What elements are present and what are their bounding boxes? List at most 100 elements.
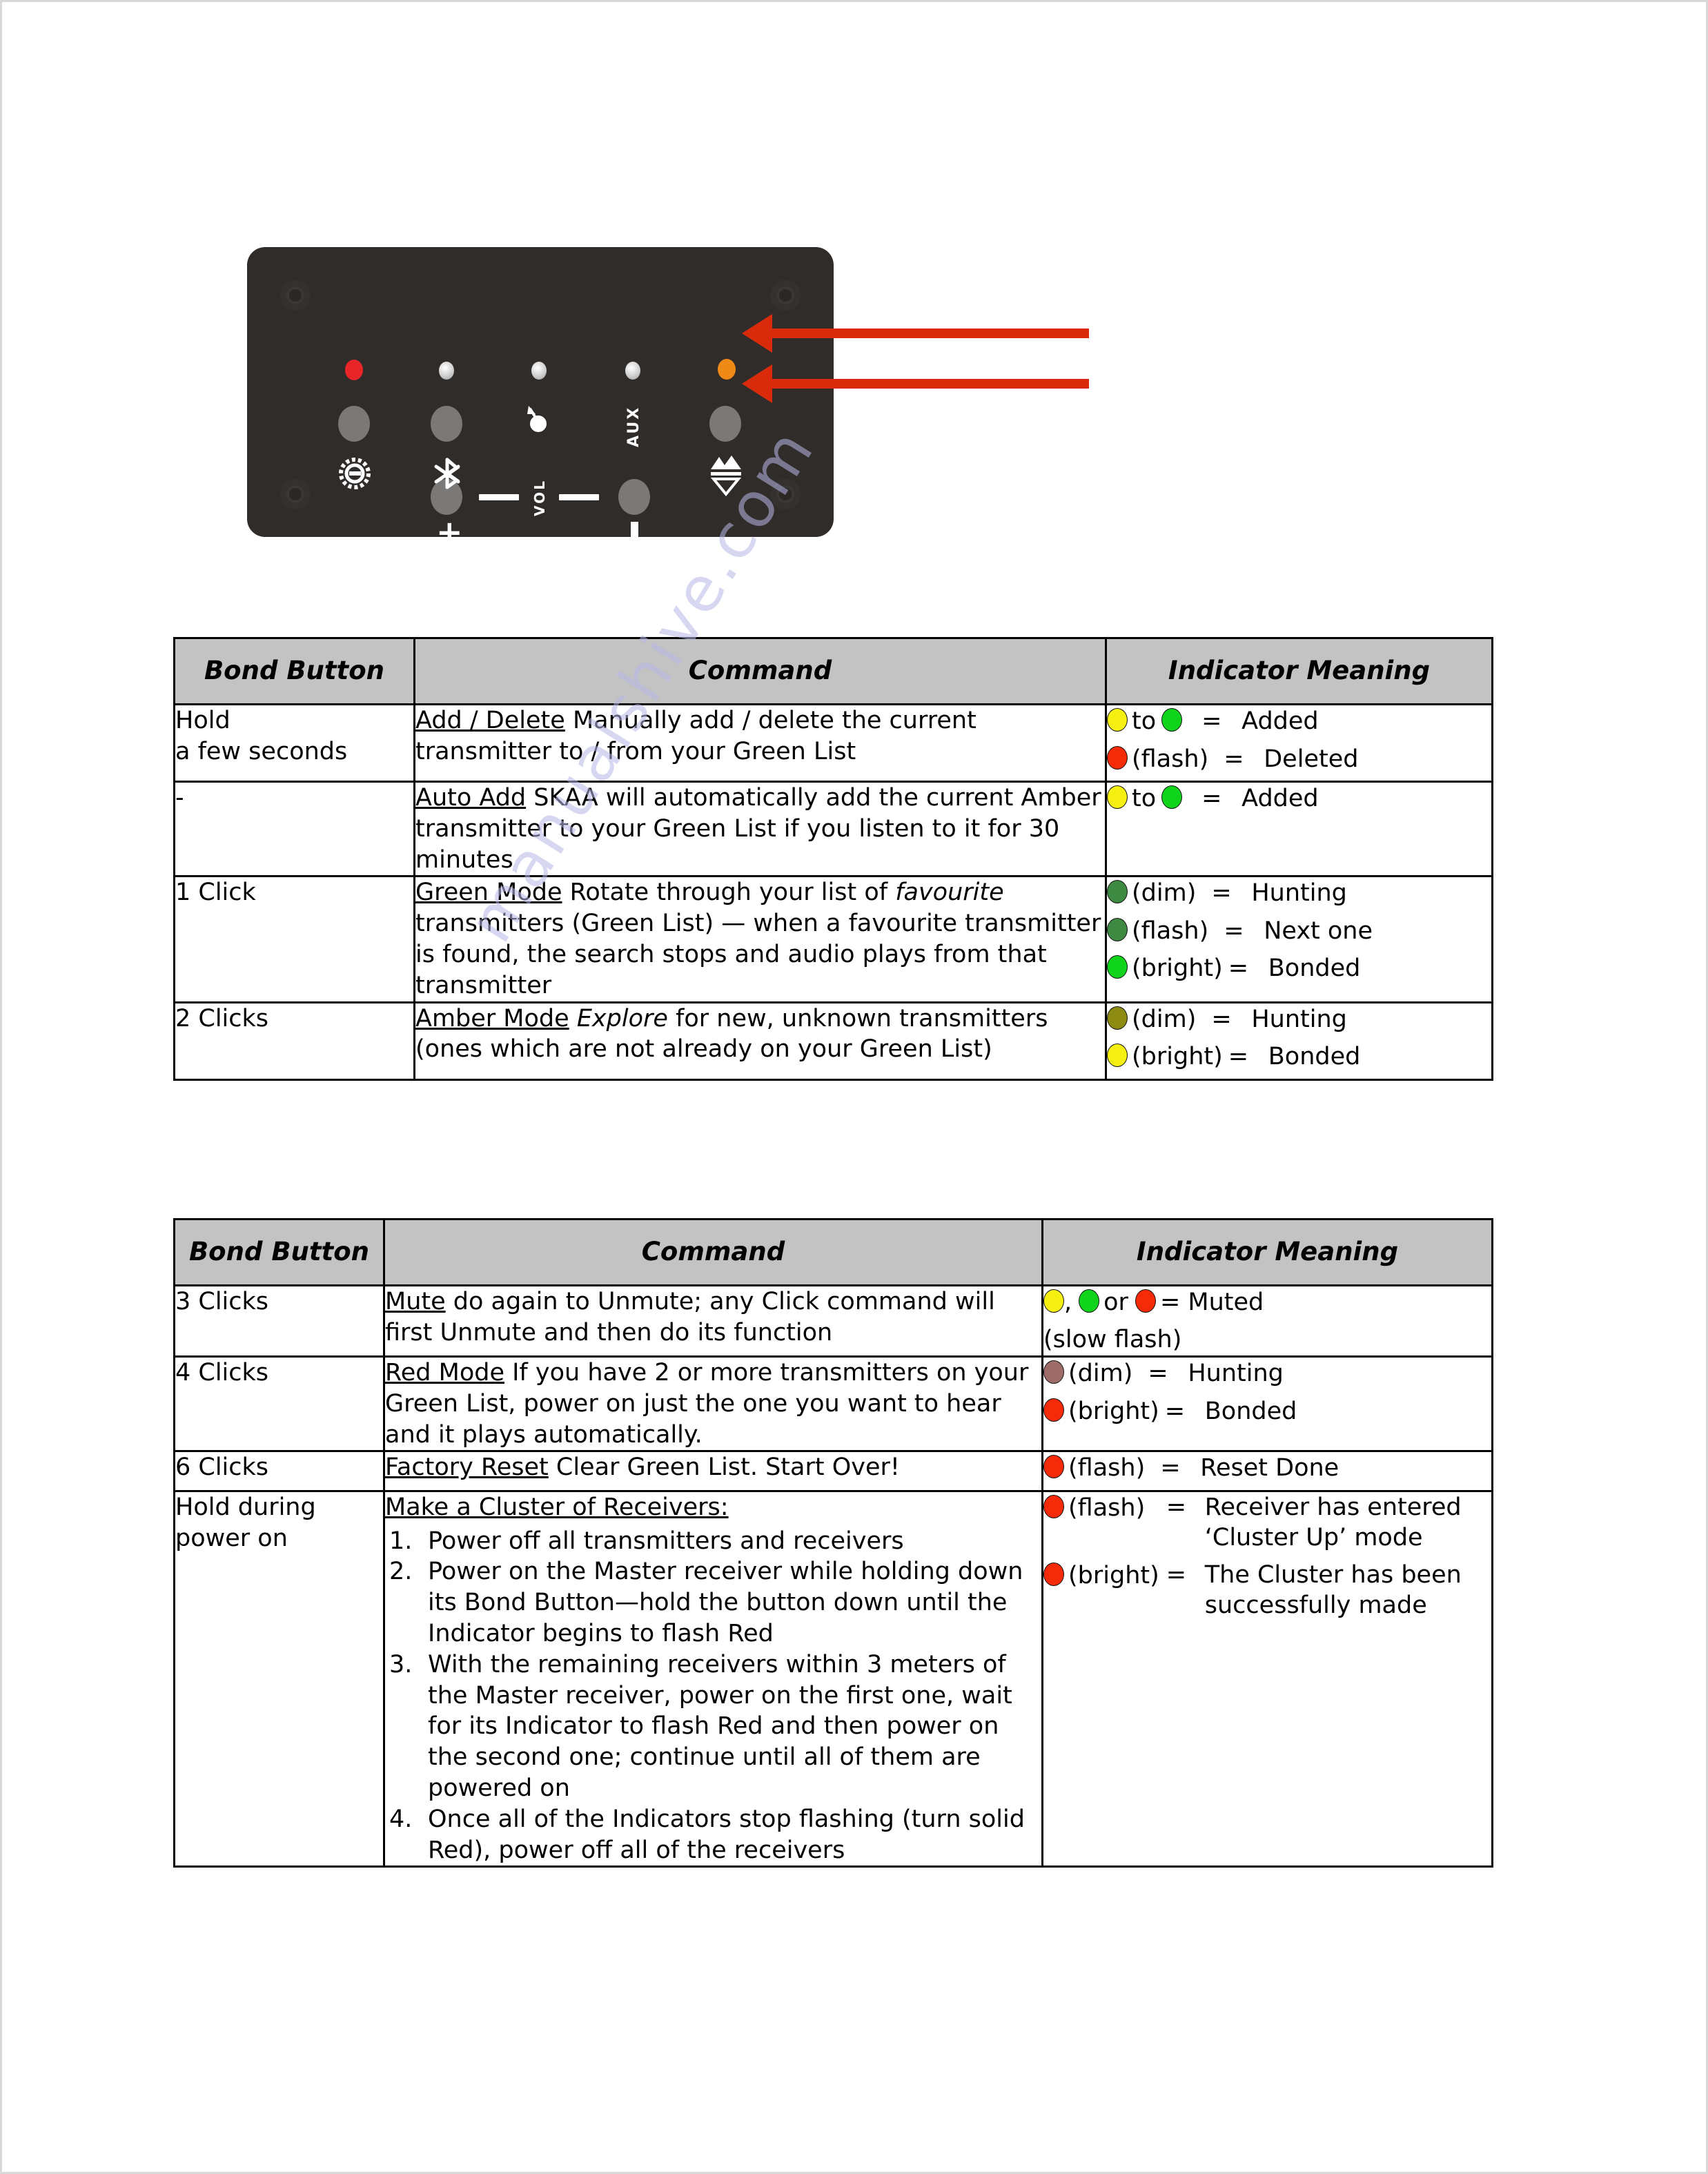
- indicator-equals: =: [1164, 1397, 1186, 1425]
- table1-header-command: Command: [413, 637, 1107, 705]
- table2-header-command: Command: [383, 1218, 1043, 1286]
- red-dot-icon: [1043, 1455, 1064, 1479]
- indicator-line: , or = Muted: [1043, 1286, 1491, 1319]
- indicator-state: (bright): [1068, 1562, 1159, 1590]
- indicator-meaning: Hunting: [1251, 879, 1347, 908]
- table2-header-row: Bond Button Command Indicator Meaning: [173, 1218, 1493, 1286]
- indicator-equals: =: [1166, 1561, 1187, 1589]
- power-icon: [339, 458, 371, 489]
- mute-meaning: = Muted: [1159, 1289, 1264, 1316]
- row-command: Add / Delete Manually add / delete the c…: [413, 703, 1107, 783]
- led-bluetooth-white: [439, 362, 454, 380]
- table-row: - Auto Add SKAA will automatically add t…: [173, 780, 1493, 878]
- yellow-dot-icon: [1107, 708, 1128, 732]
- table-row: 1 Click Green Mode Rotate through your l…: [173, 875, 1493, 1003]
- indicator-state: (flash): [1132, 917, 1209, 945]
- command-title: Red Mode: [385, 1359, 504, 1387]
- led-aux-white: [625, 362, 640, 380]
- command-title: Amber Mode: [415, 1004, 569, 1032]
- red-dot-icon: [1135, 1289, 1156, 1313]
- balloon-icon: [527, 406, 547, 432]
- row-bond-button: -: [173, 780, 415, 878]
- bond-arrow-shaft: [772, 379, 1089, 389]
- indicator-line: (dim) = Hunting: [1107, 1003, 1491, 1036]
- row-indicator: (dim) = Hunting (flash) = Next one (brig…: [1105, 875, 1493, 1003]
- indicator-state: (dim): [1132, 1005, 1197, 1033]
- row-bond-button: 1 Click: [173, 875, 415, 1003]
- volume-plus-label: +: [436, 513, 463, 551]
- command-text: Rotate through your list of: [562, 879, 896, 907]
- table-row: Hold a few seconds Add / Delete Manually…: [173, 703, 1493, 783]
- command-title: Make a Cluster of Receivers:: [385, 1493, 729, 1521]
- indicator-line: (flash) = Deleted: [1107, 743, 1491, 776]
- bond-speaker-icon: [710, 456, 742, 497]
- list-item: Power off all transmitters and receivers: [389, 1526, 904, 1557]
- row-indicator: (flash) = Reset Done: [1041, 1450, 1493, 1492]
- list-item: With the remaining receivers within 3 me…: [389, 1649, 1012, 1803]
- indicator-meaning: Bonded: [1204, 1397, 1297, 1425]
- indicator-meaning: The Cluster has been successfully made: [1204, 1561, 1462, 1620]
- row-indicator: , or = Muted (slow flash): [1041, 1284, 1493, 1358]
- indicator-arrow-shaft: [772, 329, 1089, 338]
- indicator-line: (dim) = Hunting: [1043, 1358, 1491, 1390]
- indicator-state: (flash): [1068, 1494, 1146, 1522]
- power-button[interactable]: [338, 406, 370, 442]
- indicator-line: (flash) = Reset Done: [1043, 1452, 1491, 1485]
- volume-down-button[interactable]: [618, 479, 650, 515]
- row-bond-button: 4 Clicks: [173, 1355, 385, 1453]
- command-title: Auto Add: [415, 784, 527, 812]
- bond-button-line2: power on: [175, 1524, 288, 1552]
- row-bond-button: 6 Clicks: [173, 1450, 385, 1492]
- table1-header-bond-button: Bond Button: [173, 637, 415, 705]
- indicator-meaning: Reset Done: [1200, 1454, 1339, 1482]
- screw-top-right: [770, 280, 801, 311]
- row-command: Mute do again to Unmute; any Click comma…: [383, 1284, 1043, 1358]
- red-dot-icon: [1043, 1494, 1064, 1518]
- green-dot-icon: [1079, 1289, 1100, 1313]
- row-command: Auto Add SKAA will automatically add the…: [413, 780, 1107, 878]
- list-item: Once all of the Indicators stop flashing…: [389, 1804, 1025, 1864]
- table-row: Hold during power on Make a Cluster of R…: [173, 1489, 1493, 1868]
- green-dot-icon: [1107, 955, 1128, 979]
- command-emphasis: Explore: [576, 1004, 668, 1032]
- command-title: Add / Delete: [415, 707, 565, 734]
- indicator-meaning: Next one: [1264, 917, 1373, 945]
- indicator-line: (flash) = Next one: [1107, 915, 1491, 948]
- row-bond-button: Hold during power on: [173, 1489, 385, 1868]
- command-emphasis: favourite: [895, 879, 1004, 907]
- screw-bottom-left: [280, 479, 311, 509]
- green-dim-dot-icon: [1107, 880, 1128, 904]
- yellow-dot-icon: [1043, 1289, 1064, 1313]
- row-indicator: to = Added: [1105, 780, 1493, 878]
- command-title: Factory Reset: [385, 1453, 549, 1482]
- mute-separator-2: or: [1103, 1289, 1128, 1316]
- indicator-equals: =: [1228, 954, 1249, 983]
- row-command: Green Mode Rotate through your list of f…: [413, 875, 1107, 1003]
- indicator-meaning: Added: [1241, 785, 1319, 812]
- indicator-state: (flash): [1068, 1454, 1146, 1482]
- bond-button-line1: Hold during: [175, 1493, 316, 1521]
- row-indicator: (dim) = Hunting (bright) = Bonded: [1041, 1355, 1493, 1453]
- green-dot-icon: [1161, 708, 1183, 732]
- row-command: Amber Mode Explore for new, unknown tran…: [413, 1001, 1107, 1081]
- row-bond-button: 3 Clicks: [173, 1284, 385, 1358]
- indicator-line: (dim) = Hunting: [1107, 877, 1491, 910]
- command-title: Green Mode: [415, 879, 562, 907]
- row-bond-button: Hold a few seconds: [173, 703, 415, 783]
- indicator-meaning: Receiver has entered ‘Cluster Up’ mode: [1204, 1493, 1462, 1551]
- row-indicator: to = Added (flash) = Deleted: [1105, 703, 1493, 783]
- indicator-line: (bright) = Bonded: [1107, 1041, 1491, 1073]
- led-power-red: [345, 360, 363, 380]
- bond-button[interactable]: [709, 406, 741, 442]
- indicator-equals: =: [1160, 1454, 1181, 1482]
- table-row: 4 Clicks Red Mode If you have 2 or more …: [173, 1355, 1493, 1453]
- table-row: 2 Clicks Amber Mode Explore for new, unk…: [173, 1001, 1493, 1081]
- command-text-2: transmitters (Green List) — when a favou…: [415, 910, 1101, 999]
- indicator-line: to = Added: [1107, 783, 1491, 815]
- bluetooth-button[interactable]: [431, 406, 462, 442]
- row-command: Make a Cluster of Receivers: Power off a…: [383, 1489, 1043, 1868]
- led-indicator-orange: [718, 359, 736, 380]
- indicator-state: (flash): [1132, 745, 1209, 773]
- indicator-state: (bright): [1068, 1397, 1159, 1425]
- indicator-dot-state: (bright): [1043, 1560, 1159, 1592]
